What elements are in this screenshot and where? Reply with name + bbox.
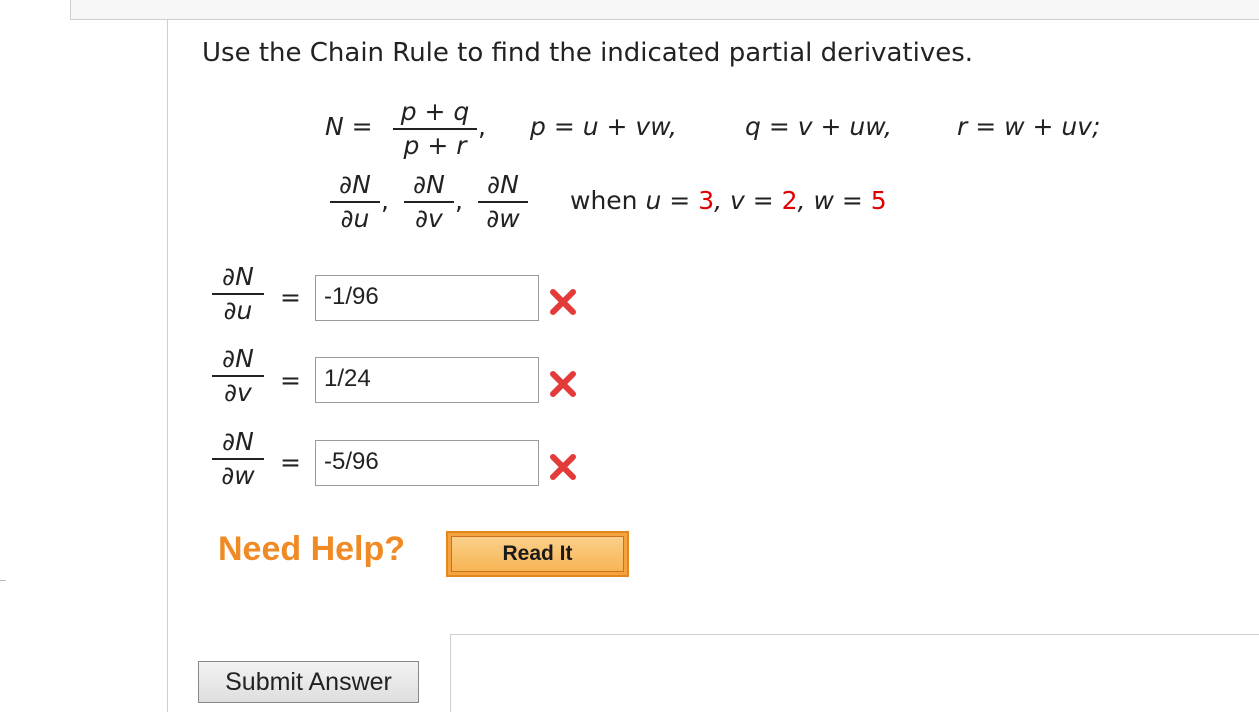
fraction-bar [212, 375, 264, 377]
answer-label-dn-dv: ∂N ∂v [212, 344, 264, 408]
v-label: , v = [714, 186, 774, 215]
u-label: u = [645, 186, 691, 215]
answer-input-dw[interactable]: -5/96 [315, 440, 539, 486]
comma: , [455, 186, 463, 215]
n-label: N = [325, 112, 373, 141]
partial-denominator: ∂w [486, 204, 520, 233]
w-label: , w = [797, 186, 863, 215]
answer-label-dn-du: ∂N ∂u [212, 262, 264, 326]
partial-numerator: ∂N [413, 170, 445, 199]
fraction-bar [330, 201, 380, 203]
equals-sign: = [280, 448, 301, 477]
comma: , [478, 112, 486, 141]
n-numerator: p + q [400, 97, 470, 126]
target-dn-dw: ∂N ∂w [478, 170, 528, 234]
given-values: when u = 3, v = 2, w = 5 [570, 186, 887, 215]
submit-answer-button[interactable]: Submit Answer [198, 661, 419, 703]
partial-numerator: ∂N [222, 427, 254, 456]
equals-sign: = [280, 366, 301, 395]
q-definition: q = v + uw, [745, 112, 892, 141]
question-instruction: Use the Chain Rule to find the indicated… [202, 38, 974, 68]
incorrect-x-icon [550, 454, 576, 480]
answer-input-dv[interactable]: 1/24 [315, 357, 539, 403]
question-left-border [167, 20, 168, 712]
answer-input-du[interactable]: -1/96 [315, 275, 539, 321]
read-it-label: Read It [451, 536, 624, 572]
need-help-label: Need Help? [218, 530, 406, 568]
v-value: 2 [781, 186, 798, 215]
previous-question-panel [70, 0, 1259, 20]
fraction-bar [404, 201, 454, 203]
n-denominator: p + r [403, 131, 467, 160]
fraction-bar [478, 201, 528, 203]
fraction-bar [212, 458, 264, 460]
target-dn-dv: ∂N ∂v [404, 170, 454, 234]
comma: , [381, 186, 389, 215]
partial-numerator: ∂N [487, 170, 519, 199]
partial-denominator: ∂v [224, 378, 252, 407]
page-edge-tick [0, 580, 6, 581]
incorrect-x-icon [550, 371, 576, 397]
equals-sign: = [280, 283, 301, 312]
n-fraction: p + q p + r [393, 97, 477, 161]
partial-denominator: ∂u [223, 296, 253, 325]
w-value: 5 [870, 186, 887, 215]
partial-denominator: ∂w [221, 461, 255, 490]
read-it-button[interactable]: Read It [446, 531, 629, 577]
partial-denominator: ∂v [415, 204, 443, 233]
target-dn-du: ∂N ∂u [330, 170, 380, 234]
incorrect-x-icon [550, 289, 576, 315]
partial-denominator: ∂u [340, 204, 370, 233]
u-value: 3 [698, 186, 715, 215]
when-label: when [570, 186, 638, 215]
response-panel [450, 634, 1259, 712]
partial-numerator: ∂N [222, 262, 254, 291]
fraction-bar [393, 128, 477, 130]
partial-numerator: ∂N [222, 344, 254, 373]
partial-numerator: ∂N [339, 170, 371, 199]
fraction-bar [212, 293, 264, 295]
r-definition: r = w + uv; [957, 112, 1101, 141]
answer-label-dn-dw: ∂N ∂w [212, 427, 264, 491]
p-definition: p = u + vw, [530, 112, 677, 141]
